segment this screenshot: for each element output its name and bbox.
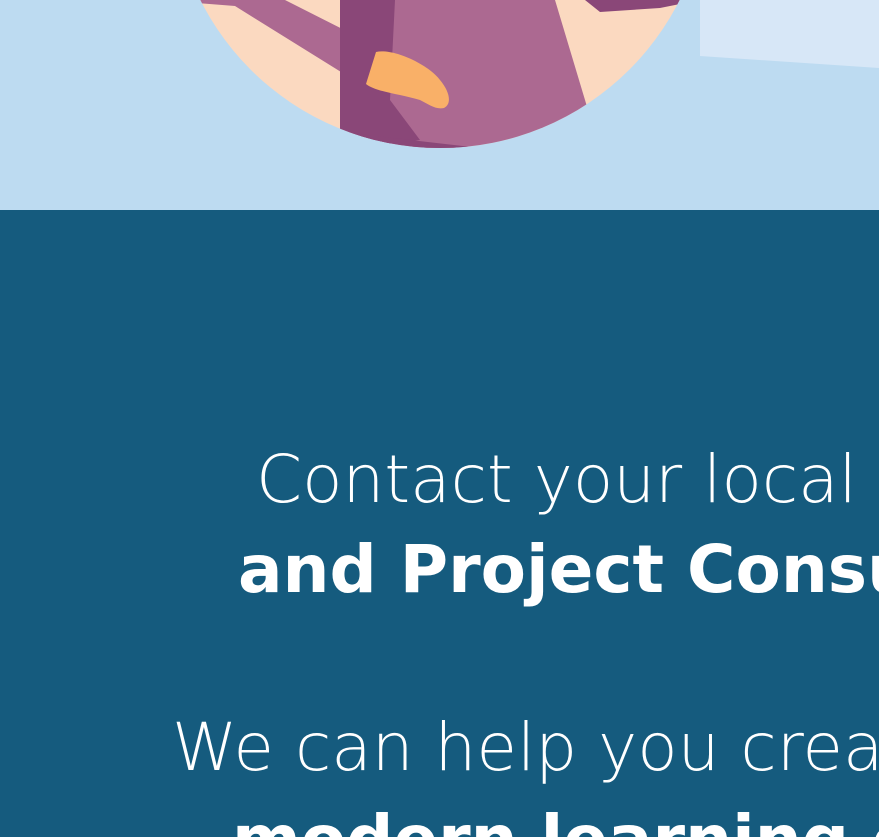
contact-section: Contact your local and Project Consul We… <box>0 210 879 837</box>
contact-body-line-1: We can help you crea <box>172 709 879 786</box>
contact-body-line-2: modern learning en <box>232 807 879 837</box>
contact-heading-line-2: and Project Consul <box>238 531 879 608</box>
background-shape <box>700 0 879 68</box>
hero-banner <box>0 0 879 210</box>
contact-heading-line-1: Contact your local <box>256 441 857 518</box>
hero-illustration <box>172 0 879 148</box>
